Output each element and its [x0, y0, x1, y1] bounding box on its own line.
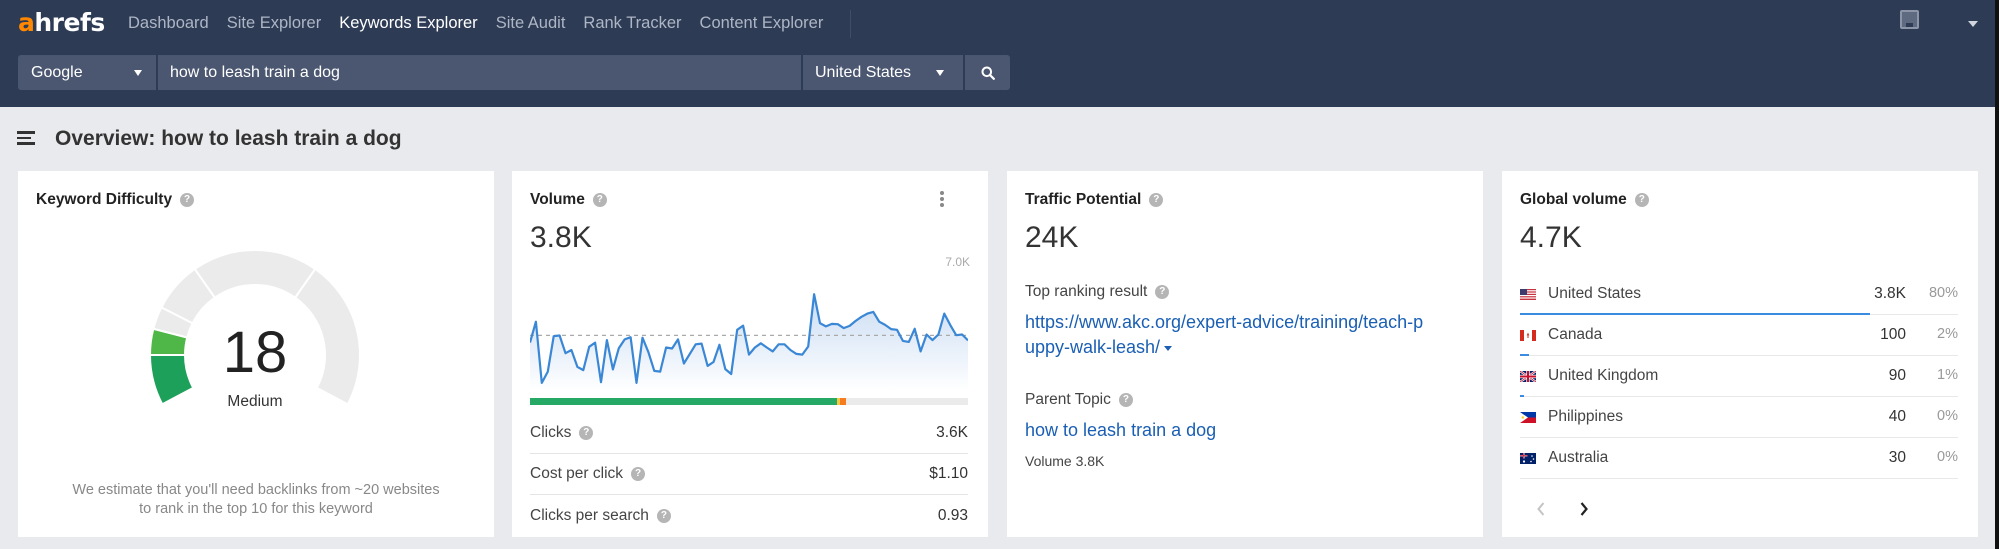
keyword-difficulty-card: Keyword Difficulty ? 18 Medium We estima…: [18, 171, 494, 537]
gauge-track-segment: [193, 249, 317, 300]
volume-card: Volume ? 3.8K 7.0K Clicks? 3.6K Cost per…: [512, 171, 988, 537]
paid-clicks-segment-orange: [840, 398, 847, 405]
clicks-distribution-bar: [530, 398, 968, 405]
organic-clicks-segment: [530, 398, 838, 405]
country-row[interactable]: Australia 30 0%: [1520, 438, 1958, 479]
traffic-potential-card: Traffic Potential ? 24K Top ranking resu…: [1007, 171, 1483, 537]
global-volume-value: 4.7K: [1520, 221, 1582, 254]
chevron-down-icon[interactable]: [1164, 345, 1173, 351]
kd-gauge: 18 Medium: [148, 249, 361, 410]
help-icon[interactable]: ?: [1118, 393, 1133, 407]
chevron-left-icon: [1537, 502, 1545, 516]
parent-topic-volume: Volume 3.8K: [1025, 453, 1105, 469]
nav-keywords-explorer[interactable]: Keywords Explorer: [339, 13, 477, 33]
country-row[interactable]: Philippines 40 0%: [1520, 397, 1958, 438]
user-menu-caret-icon[interactable]: [1968, 21, 1978, 27]
help-icon[interactable]: ?: [579, 426, 594, 440]
nav-content-explorer[interactable]: Content Explorer: [700, 13, 824, 33]
help-icon[interactable]: ?: [1149, 193, 1164, 207]
us-flag-icon: [1520, 289, 1536, 300]
country-select[interactable]: United States: [803, 55, 963, 90]
ahrefs-logo[interactable]: ahrefs: [18, 8, 105, 37]
metric-row-clicks-per-search: Clicks per search? 0.93: [530, 506, 968, 524]
help-icon[interactable]: ?: [631, 467, 646, 481]
previous-page-button[interactable]: [1536, 497, 1546, 523]
inbox-icon[interactable]: [1900, 10, 1919, 29]
more-options-icon[interactable]: [940, 191, 944, 207]
volume-history-chart[interactable]: [530, 267, 968, 391]
kd-level: Medium: [227, 393, 282, 410]
help-icon[interactable]: ?: [1155, 285, 1170, 299]
gauge-filled-segment: [148, 354, 195, 406]
gauge-track-segment: [293, 267, 361, 406]
search-icon: [981, 66, 995, 80]
kd-description: We estimate that you'll need backlinks f…: [72, 482, 440, 517]
parent-topic-link[interactable]: how to leash train a dog: [1025, 418, 1465, 443]
kd-score: 18: [223, 320, 288, 385]
keyword-search-input[interactable]: [158, 55, 801, 90]
chevron-down-icon: [134, 70, 142, 76]
main-nav: Dashboard Site Explorer Keywords Explore…: [128, 13, 841, 33]
help-icon[interactable]: ?: [1634, 193, 1649, 207]
country-row[interactable]: United Kingdom 90 1%: [1520, 356, 1958, 397]
country-row[interactable]: United States 3.8K 80%: [1520, 274, 1958, 315]
nav-dashboard[interactable]: Dashboard: [128, 13, 209, 33]
chevron-right-icon: [1580, 502, 1588, 516]
help-icon[interactable]: ?: [656, 508, 671, 523]
nav-site-explorer[interactable]: Site Explorer: [227, 13, 321, 33]
nav-site-audit[interactable]: Site Audit: [496, 13, 566, 33]
nav-divider: [850, 10, 851, 38]
global-volume-title: Global volume: [1520, 191, 1627, 208]
au-flag-icon: [1520, 453, 1536, 464]
metric-row-clicks: Clicks? 3.6K: [530, 413, 968, 454]
traffic-potential-value: 24K: [1025, 221, 1079, 254]
desktop-edge: [1995, 0, 1999, 549]
ph-flag-icon: [1520, 412, 1536, 423]
sidebar-toggle-icon[interactable]: [17, 131, 35, 145]
metric-row-cpc: Cost per click? $1.10: [530, 454, 968, 495]
uk-flag-icon: [1520, 371, 1536, 382]
top-ranking-label: Top ranking result: [1025, 283, 1148, 300]
top-ranking-url-link[interactable]: https://www.akc.org/expert-advice/traini…: [1025, 310, 1465, 360]
traffic-potential-title: Traffic Potential: [1025, 191, 1142, 208]
search-engine-select[interactable]: Google: [18, 55, 156, 90]
ca-flag-icon: [1520, 330, 1536, 341]
search-button[interactable]: [965, 55, 1010, 90]
next-page-button[interactable]: [1579, 497, 1589, 523]
chevron-down-icon: [936, 70, 944, 76]
search-bar: Google United States: [18, 55, 1010, 90]
parent-topic-label: Parent Topic: [1025, 391, 1111, 408]
volume-value: 3.8K: [530, 221, 592, 254]
help-icon[interactable]: ?: [592, 193, 607, 207]
nav-rank-tracker[interactable]: Rank Tracker: [583, 13, 681, 33]
volume-title: Volume: [530, 191, 585, 208]
country-row[interactable]: Canada 100 2%: [1520, 315, 1958, 356]
global-volume-card: Global volume ? 4.7K United States 3.8K …: [1502, 171, 1978, 537]
page-title: Overview: how to leash train a dog: [55, 127, 402, 150]
top-header: ahrefs Dashboard Site Explorer Keywords …: [0, 0, 1995, 107]
